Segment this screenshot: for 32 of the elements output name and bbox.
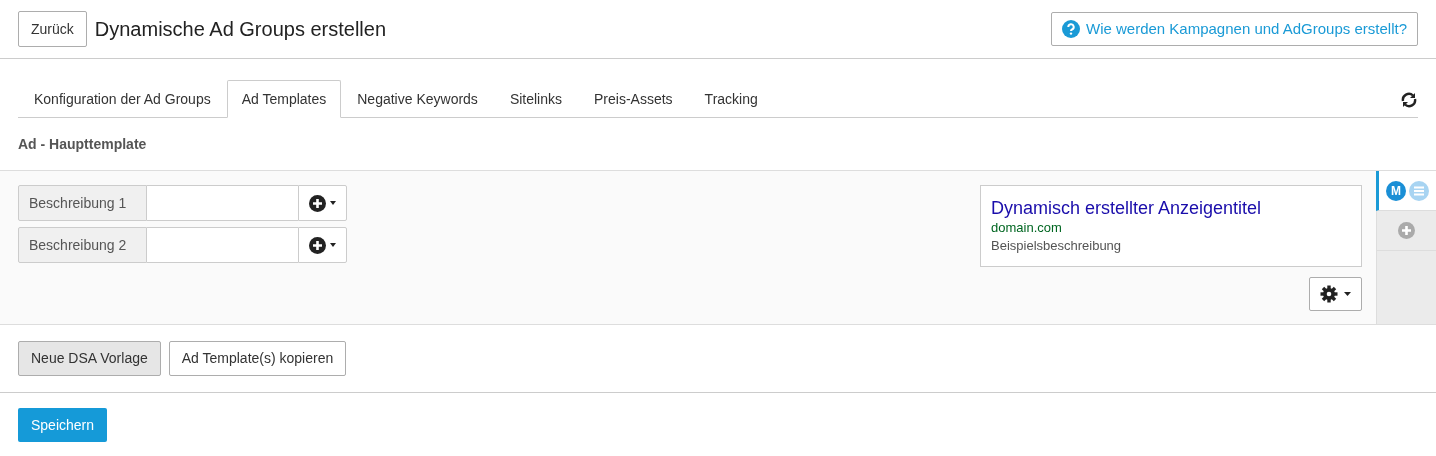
tab[interactable]: Negative Keywords [341,80,494,118]
list-icon [1409,180,1429,201]
insert-dropdown-button[interactable] [298,185,347,221]
back-button[interactable]: Zurück [18,11,87,47]
tab[interactable]: Tracking [688,80,774,118]
section-title: Ad - Haupttemplate [18,134,148,154]
caret-icon [330,243,336,247]
page-title: Dynamische Ad Groups erstellen [94,17,387,42]
refresh-icon[interactable] [1400,92,1418,108]
caret-icon [1344,292,1351,296]
settings-dropdown-button[interactable] [1309,277,1362,311]
tab[interactable]: Preis-Assets [578,80,689,118]
tab[interactable]: Sitelinks [493,80,578,118]
insert-dropdown-button[interactable] [298,227,347,263]
action-button[interactable]: Neue DSA Vorlage [18,341,161,376]
plus-icon [309,194,326,212]
caret-icon [330,201,336,205]
field-label: Beschreibung 2 [18,227,147,263]
template-tab[interactable]: M [1376,171,1436,211]
tab[interactable]: Konfiguration der Ad Groups [18,80,227,118]
input-field[interactable] [147,227,298,263]
field-label: Beschreibung 1 [18,185,147,221]
ad-title: Dynamisch erstellter Anzeigentitel [991,197,1263,219]
ad-description: Beispielsbeschreibung [991,237,1123,255]
ad-domain: domain.com [991,219,1063,237]
action-button[interactable]: Ad Template(s) kopieren [168,341,347,376]
plus-icon [1398,222,1415,239]
input-field[interactable] [147,185,298,221]
tab[interactable]: Ad Templates [226,80,342,118]
plus-icon [309,236,326,254]
settings-icon [1320,285,1338,303]
help-icon [1061,20,1080,38]
